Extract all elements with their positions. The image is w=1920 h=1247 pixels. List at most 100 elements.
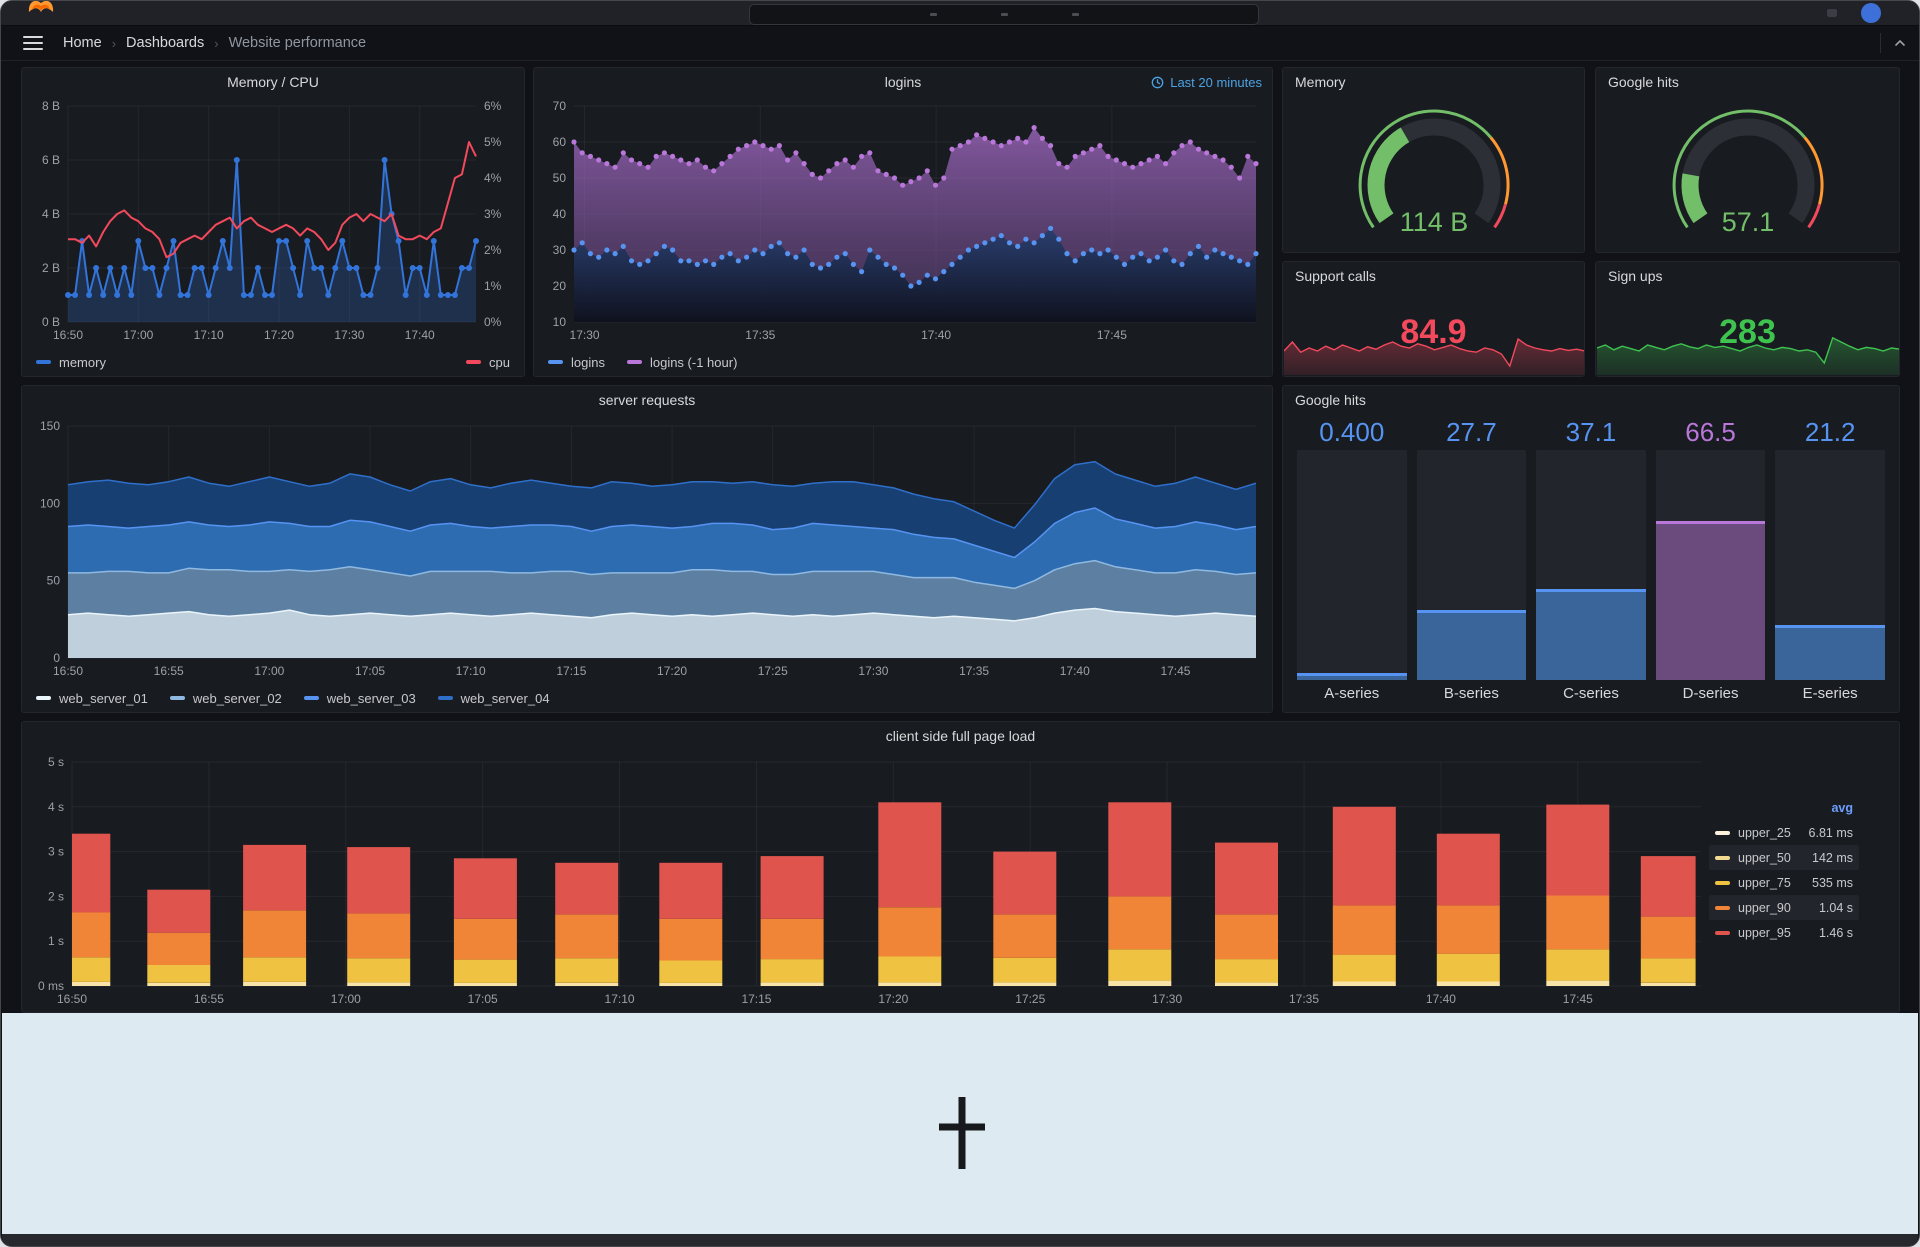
bar-gauge-track	[1297, 450, 1407, 680]
legend-item-memory[interactable]: memory	[36, 355, 106, 370]
breadcrumb-home[interactable]: Home	[63, 35, 102, 51]
svg-text:17:00: 17:00	[254, 664, 284, 678]
svg-text:150: 150	[40, 419, 60, 433]
search-placeholder-glyph	[1000, 13, 1008, 16]
legend-item-upper_95[interactable]: upper_95 1.46 s	[1709, 920, 1859, 945]
panel-title[interactable]: Google hits	[1596, 68, 1899, 96]
breadcrumb-current-dashboard: Website performance	[228, 35, 367, 51]
panel-logins: logins Last 20 minutes 10 20 30 40 50 60 70 17:…	[533, 67, 1273, 377]
svg-text:17:05: 17:05	[355, 664, 385, 678]
bar-gauge-track	[1655, 450, 1766, 680]
svg-text:0 ms: 0 ms	[38, 979, 64, 993]
legend-item-logins[interactable]: logins	[548, 355, 605, 370]
avg-column-header[interactable]: avg	[1709, 796, 1859, 820]
panel-title[interactable]: Support calls	[1283, 262, 1584, 290]
bar-gauge-value: 21.2	[1804, 417, 1856, 447]
legend-label: web_server_02	[192, 690, 282, 706]
time-range-label: Last 20 minutes	[1170, 74, 1262, 90]
panel-title[interactable]: Memory / CPU	[22, 68, 524, 96]
svg-text:50: 50	[47, 574, 61, 588]
menu-toggle-icon[interactable]	[23, 36, 43, 50]
bar-gauge-column[interactable]: 0.400 A-series	[1297, 416, 1407, 706]
legend-item-web-server-04[interactable]: web_server_04	[437, 691, 550, 706]
panel-sign-ups: Sign ups 283	[1595, 261, 1900, 377]
svg-text:3%: 3%	[484, 207, 502, 221]
grafana-logo-icon[interactable]	[27, 1, 55, 18]
legend-swatch	[36, 696, 51, 700]
search-bar[interactable]	[749, 4, 1259, 25]
profile-avatar[interactable]	[1861, 3, 1881, 23]
bar-gauge-value: 0.400	[1319, 417, 1385, 447]
panel-memory-cpu: Memory / CPU 0 B 2 B 4 B 6 B 8 B 0% 1% 2% 3% 4% 5%…	[21, 67, 525, 377]
bar-gauge-label: A-series	[1324, 685, 1380, 702]
svg-text:6%: 6%	[484, 99, 502, 113]
time-range-badge[interactable]: Last 20 minutes	[1151, 68, 1262, 96]
bar-gauge-column[interactable]: 37.1 C-series	[1536, 416, 1646, 706]
chevron-up-icon[interactable]	[1893, 36, 1907, 50]
legend-swatch	[1715, 930, 1730, 935]
svg-text:4 B: 4 B	[42, 207, 60, 221]
breadcrumb-separator: ›	[111, 35, 117, 51]
add-panel-zone[interactable]	[2, 1013, 1918, 1234]
bar-gauge-label: E-series	[1802, 685, 1858, 702]
svg-text:2%: 2%	[484, 243, 502, 257]
legend-item-upper_90[interactable]: upper_90 1.04 s	[1709, 895, 1859, 920]
legend-item-web-server-01[interactable]: web_server_01	[36, 691, 148, 706]
bar-gauge-column[interactable]: 66.5 D-series	[1655, 416, 1766, 706]
legend-item-upper_75[interactable]: upper_75 535 ms	[1709, 870, 1859, 895]
browser-window: Home › Dashboards › Website performance …	[0, 0, 1920, 1247]
panel-title[interactable]: client side full page load	[22, 722, 1899, 750]
legend-avg-value: 142 ms	[1812, 850, 1853, 865]
legend-swatch	[303, 696, 319, 700]
extension-icon[interactable]	[1827, 9, 1837, 17]
legend-item-web-server-03[interactable]: web_server_03	[303, 691, 416, 706]
legend-swatch	[466, 360, 482, 364]
window-bottom-frame	[2, 1234, 1918, 1246]
bar-gauge-track	[1775, 450, 1885, 680]
breadcrumb-dashboards[interactable]: Dashboards	[126, 35, 204, 51]
server-requests-chart[interactable]: 0 50 100 150 16:50 16:55 17:00 17:05 17:10 17:15 1…	[22, 414, 1272, 684]
client-page-load-chart[interactable]: 0 ms 1 s 2 s 3 s 4 s 5 s 16:50 16:55 17:00 17:05 1…	[22, 750, 1709, 1017]
svg-text:17:10: 17:10	[194, 328, 224, 342]
memory-cpu-chart[interactable]: 0 B 2 B 4 B 6 B 8 B 0% 1% 2% 3% 4% 5% 6% 16:50 17:00 1…	[22, 96, 524, 348]
legend-item-logins-1-hour[interactable]: logins (-1 hour)	[626, 355, 737, 370]
svg-text:17:35: 17:35	[745, 328, 775, 342]
bar-gauge-track	[1416, 450, 1527, 680]
legend-item-cpu[interactable]: cpu	[466, 355, 510, 370]
panel-title[interactable]: Memory	[1283, 68, 1584, 96]
panel-google-hits-gauge: Google hits 57.1	[1595, 67, 1900, 253]
bar-gauge-column[interactable]: 27.7 B-series	[1416, 416, 1527, 706]
google-hits-bar-gauge[interactable]: 0.400 A-series 27.7 B-series 37.1 C-series 66.…	[1283, 414, 1899, 712]
search-icon	[929, 13, 937, 16]
bar-gauge-label: D-series	[1682, 685, 1739, 702]
bar-gauge-column[interactable]: 21.2 E-series	[1775, 416, 1885, 706]
legend-item-web-server-02[interactable]: web_server_02	[169, 690, 282, 706]
legend-avg-value: 6.81 ms	[1808, 825, 1853, 840]
legend-label: upper_25	[1738, 825, 1791, 840]
legend-swatch	[1715, 880, 1730, 885]
legend-item-upper_25[interactable]: upper_25 6.81 ms	[1709, 820, 1859, 845]
panel-server-requests: server requests 0 50 100 150 16:50 16:55 17:00…	[21, 385, 1273, 713]
svg-text:17:15: 17:15	[741, 992, 771, 1006]
google-hits-gauge[interactable]: 57.1	[1596, 96, 1899, 252]
svg-text:16:50: 16:50	[53, 664, 83, 678]
panel-title[interactable]: server requests	[22, 386, 1272, 414]
svg-text:17:00: 17:00	[123, 328, 153, 342]
svg-text:17:40: 17:40	[921, 328, 951, 342]
svg-text:17:45: 17:45	[1563, 992, 1593, 1006]
svg-text:0%: 0%	[484, 315, 502, 329]
panel-title[interactable]: Sign ups	[1596, 262, 1899, 290]
legend-swatch	[1715, 905, 1730, 910]
panel-title[interactable]: Google hits	[1283, 386, 1899, 414]
panel-support-calls: Support calls 84.9	[1282, 261, 1585, 377]
svg-text:16:55: 16:55	[154, 664, 184, 678]
breadcrumb: Home › Dashboards › Website performance	[63, 35, 366, 51]
legend-swatch	[437, 696, 453, 700]
bar-gauge-value: 66.5	[1685, 417, 1736, 447]
svg-text:17:40: 17:40	[1426, 992, 1456, 1006]
logins-chart[interactable]: 10 20 30 40 50 60 70 17:30 17:35 17:40 17:45	[534, 96, 1272, 348]
legend-swatch	[1715, 855, 1730, 860]
legend-item-upper_50[interactable]: upper_50 142 ms	[1709, 845, 1859, 870]
svg-text:17:30: 17:30	[1152, 992, 1182, 1006]
memory-gauge[interactable]: 114 B	[1283, 96, 1584, 252]
